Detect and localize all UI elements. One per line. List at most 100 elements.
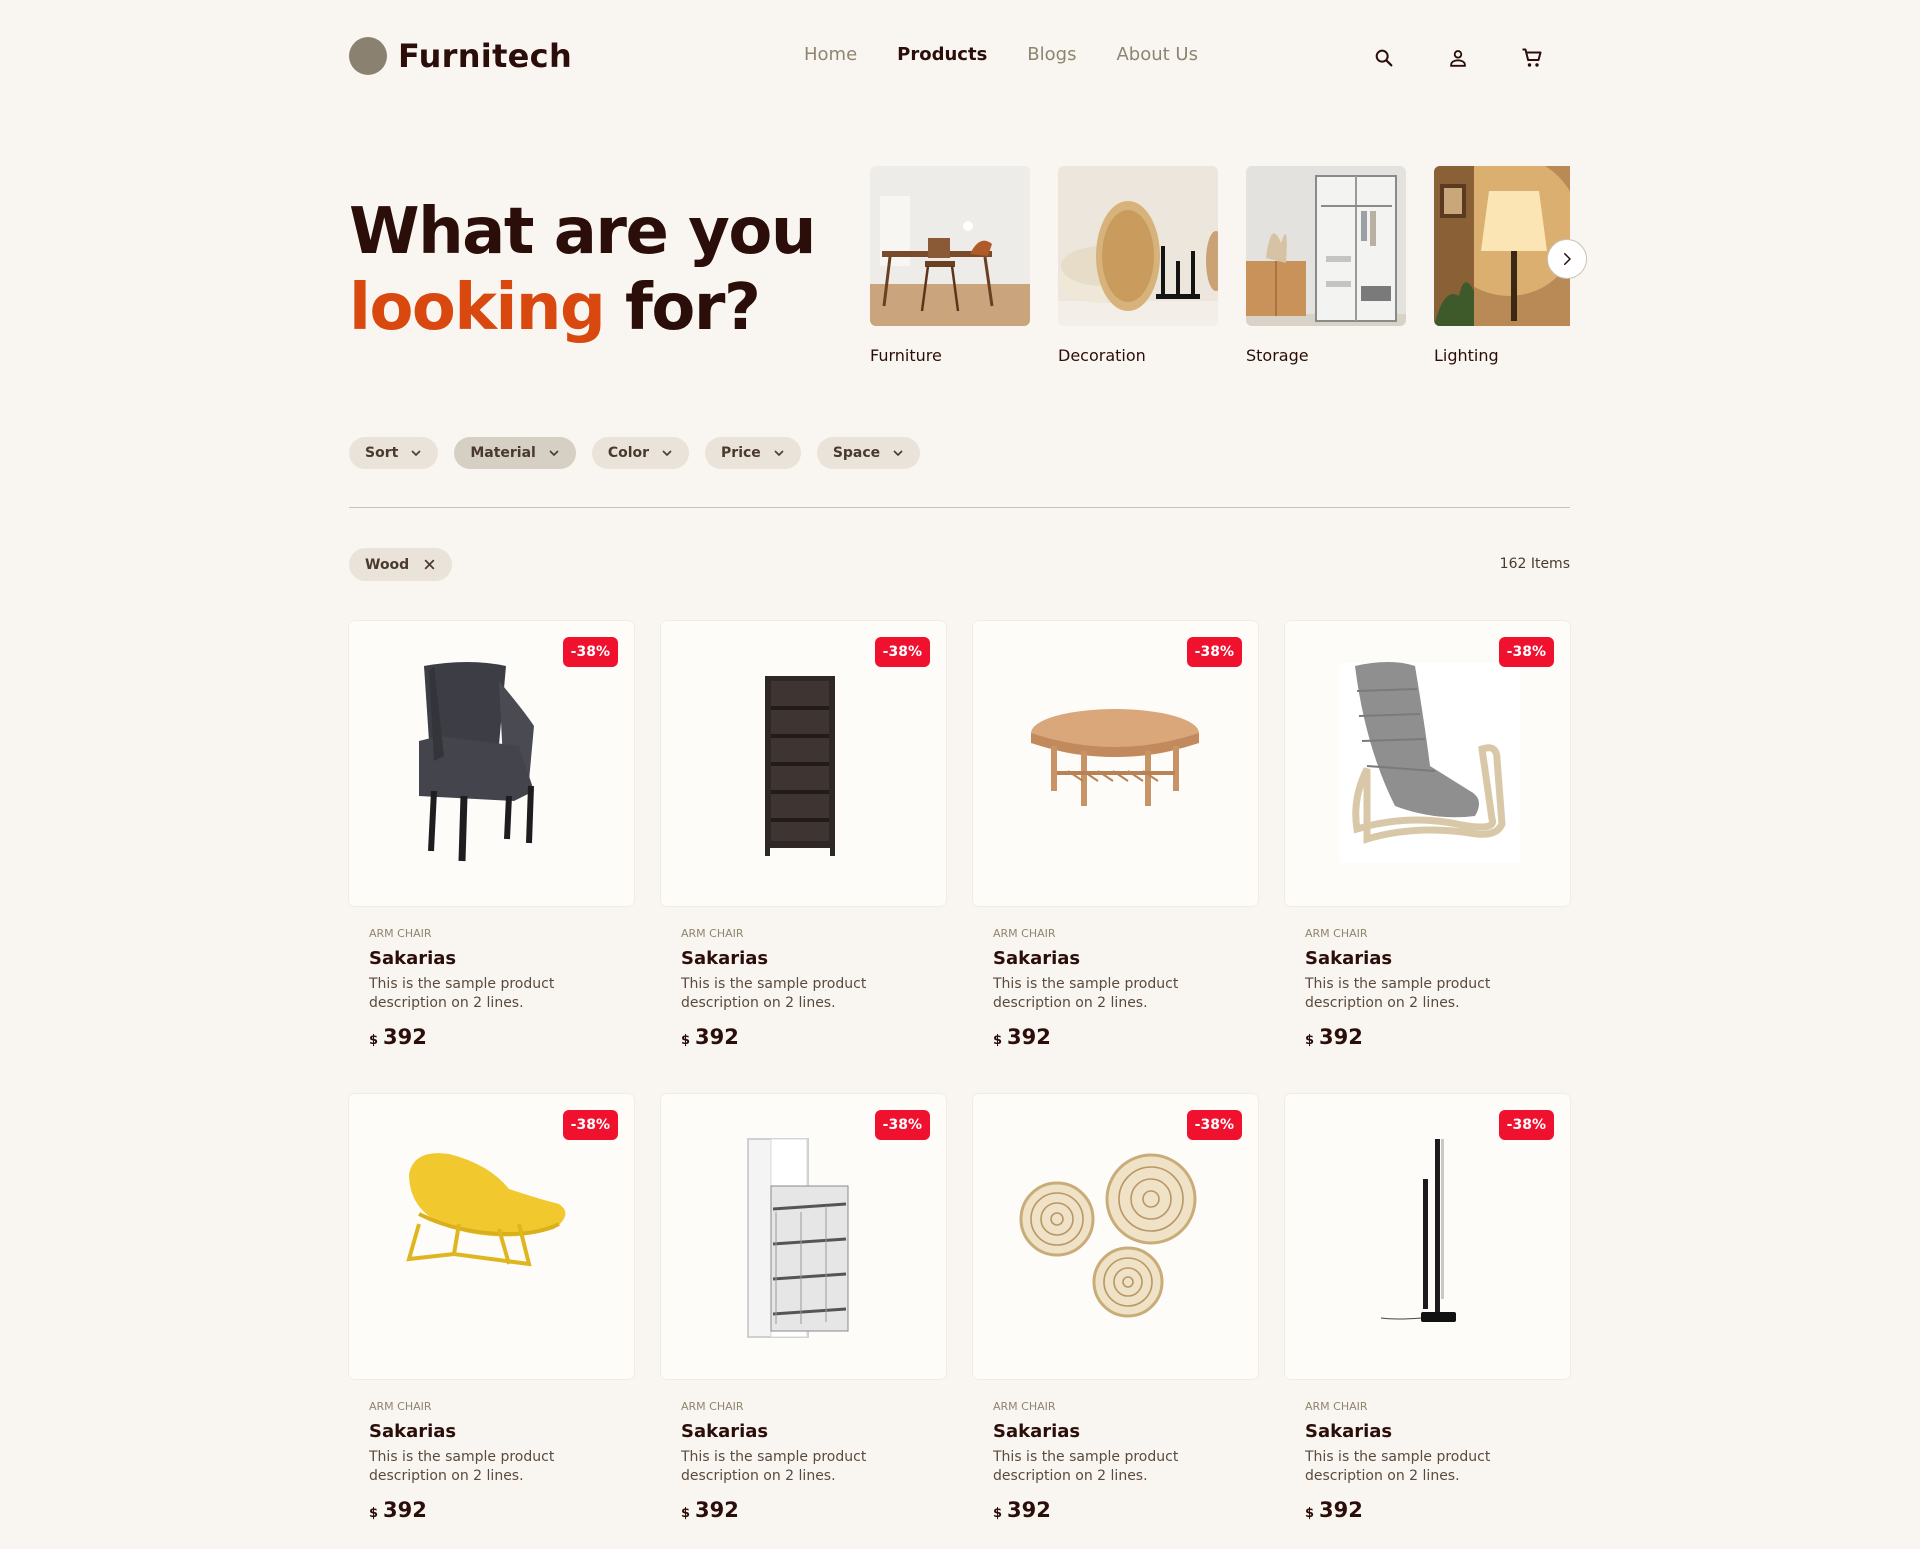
category-label: Storage (1246, 346, 1309, 365)
product-name: Sakarias (681, 1421, 769, 1442)
cart-icon[interactable] (1518, 44, 1546, 72)
product-price: $392 (681, 1498, 926, 1522)
product-price: $392 (993, 1498, 1238, 1522)
category-decoration[interactable]: Decoration (1058, 166, 1218, 365)
product-name: Sakarias (1305, 1421, 1393, 1442)
header-actions (1324, 44, 1546, 72)
price-amount: 392 (1007, 1025, 1051, 1049)
product-image: -38% (973, 621, 1258, 906)
product-name: Sakarias (369, 1421, 457, 1442)
product-name: Sakarias (993, 948, 1081, 969)
hero-title-rest: for? (604, 271, 761, 345)
product-image: -38% (661, 621, 946, 906)
nav-about-us[interactable]: About Us (1116, 44, 1198, 65)
filter-color[interactable]: Color (591, 437, 690, 469)
product-category: Arm Chair (369, 1400, 432, 1413)
category-storage[interactable]: Storage (1246, 166, 1406, 365)
category-furniture[interactable]: Furniture (870, 166, 1030, 365)
price-amount: 392 (695, 1025, 739, 1049)
category-image-lighting (1434, 166, 1570, 326)
items-count: 162 Items (1499, 556, 1570, 572)
product-price: $392 (369, 1498, 614, 1522)
price-amount: 392 (1319, 1498, 1363, 1522)
product-image: -38% (973, 1094, 1258, 1379)
product-card[interactable]: -38% Arm Chair Sakarias This is the samp… (661, 1094, 946, 1522)
filter-label: Space (832, 445, 881, 461)
category-image-storage (1246, 166, 1406, 326)
active-filters: Wood (349, 548, 453, 581)
product-card[interactable]: -38% Arm Chair Sakarias This is the samp… (973, 1094, 1258, 1522)
product-name: Sakarias (1305, 948, 1393, 969)
carousel-next-button[interactable] (1547, 239, 1587, 279)
product-card[interactable]: -38% Arm Chair Sakarias This is the samp… (973, 621, 1258, 1049)
product-category: Arm Chair (681, 1400, 744, 1413)
close-icon[interactable] (423, 558, 436, 571)
price-currency: $ (369, 1506, 379, 1521)
product-description: This is the sample product description o… (369, 1449, 555, 1484)
price-currency: $ (681, 1506, 691, 1521)
nav-products[interactable]: Products (897, 44, 987, 65)
page: Furnitech Home Products Blogs About Us W… (349, 0, 1587, 1522)
logo-mark (349, 37, 387, 75)
filter-chip-wood[interactable]: Wood (349, 548, 453, 581)
discount-badge: -38% (1498, 637, 1554, 667)
product-card[interactable]: -38% Arm Chair Sakarias This is the samp… (349, 621, 634, 1049)
filter-price[interactable]: Price (705, 437, 801, 469)
hero-title-line1: What are you (349, 195, 816, 269)
price-currency: $ (681, 1033, 691, 1048)
filter-space[interactable]: Space (816, 437, 921, 469)
search-icon[interactable] (1370, 44, 1398, 72)
chevron-down-icon (662, 450, 672, 457)
product-description: This is the sample product description o… (993, 1449, 1179, 1484)
filter-material[interactable]: Material (454, 437, 576, 469)
product-card[interactable]: -38% Arm Chair Sakarias This is the samp… (349, 1094, 634, 1522)
price-currency: $ (369, 1033, 379, 1048)
price-currency: $ (1305, 1033, 1315, 1048)
chip-label: Wood (365, 556, 410, 573)
nav-home[interactable]: Home (804, 44, 857, 65)
product-name: Sakarias (993, 1421, 1081, 1442)
price-amount: 392 (383, 1025, 427, 1049)
filter-sort[interactable]: Sort (349, 437, 439, 469)
discount-badge: -38% (874, 1110, 930, 1140)
product-description: This is the sample product description o… (681, 1449, 867, 1484)
nav-blogs[interactable]: Blogs (1027, 44, 1076, 65)
product-card[interactable]: -38% Arm Chair Sakarias This is the samp… (1285, 1094, 1570, 1522)
product-description: This is the sample product description o… (369, 976, 555, 1011)
category-image-furniture (870, 166, 1030, 326)
product-name: Sakarias (681, 948, 769, 969)
price-amount: 392 (383, 1498, 427, 1522)
discount-badge: -38% (1186, 1110, 1242, 1140)
filter-label: Material (470, 445, 536, 461)
filter-label: Color (607, 445, 650, 461)
category-label: Decoration (1058, 346, 1146, 365)
product-image: -38% (1285, 1094, 1570, 1379)
logo[interactable]: Furnitech (349, 37, 572, 75)
price-currency: $ (1305, 1506, 1315, 1521)
product-info: Arm Chair Sakarias This is the sample pr… (349, 927, 634, 1049)
product-info: Arm Chair Sakarias This is the sample pr… (661, 1400, 946, 1522)
chevron-down-icon (411, 450, 421, 457)
product-description: This is the sample product description o… (1305, 1449, 1491, 1484)
filter-bar: Sort Material Color Price Space (349, 437, 936, 469)
product-card[interactable]: -38% Arm Chair Sakarias This is the samp… (1285, 621, 1570, 1049)
product-category: Arm Chair (993, 1400, 1056, 1413)
price-amount: 392 (1319, 1025, 1363, 1049)
user-icon[interactable] (1444, 44, 1472, 72)
main-nav: Home Products Blogs About Us (804, 44, 1238, 65)
product-image: -38% (1285, 621, 1570, 906)
product-card[interactable]: -38% Arm Chair Sakarias This is the samp… (661, 621, 946, 1049)
product-info: Arm Chair Sakarias This is the sample pr… (661, 927, 946, 1049)
chevron-down-icon (893, 450, 903, 457)
product-image: -38% (349, 1094, 634, 1379)
product-image: -38% (349, 621, 634, 906)
price-amount: 392 (695, 1498, 739, 1522)
product-image: -38% (661, 1094, 946, 1379)
product-price: $392 (1305, 1498, 1550, 1522)
product-category: Arm Chair (369, 927, 432, 940)
product-info: Arm Chair Sakarias This is the sample pr… (1285, 927, 1570, 1049)
chevron-right-icon (1564, 253, 1571, 265)
chevron-down-icon (549, 450, 559, 457)
logo-text: Furnitech (398, 37, 573, 75)
category-carousel: Furniture Decoration Storage Lighting (870, 166, 1570, 376)
